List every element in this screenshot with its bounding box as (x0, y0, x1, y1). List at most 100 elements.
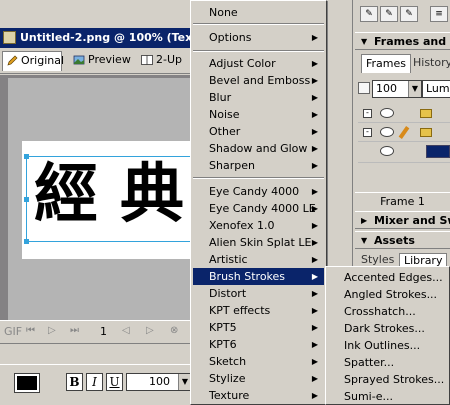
submenu-item-dark-strokes[interactable]: Dark Strokes... (328, 320, 447, 337)
assets-header-label: Assets (374, 234, 415, 247)
resize-handle-top-left[interactable] (24, 154, 29, 159)
tab-original-label: Original (21, 54, 65, 67)
menu-item-adjust-color[interactable]: Adjust Color ▶ (193, 55, 324, 72)
panel-options-icon[interactable]: ≡ (430, 6, 448, 22)
selection-box[interactable] (24, 154, 192, 244)
layer-row-layer[interactable]: - (358, 124, 450, 142)
pencil-icon (398, 126, 410, 139)
submenu-arrow-icon: ▶ (311, 357, 318, 366)
expand-triangle-icon: ▶ (361, 216, 368, 225)
opacity-value: 100 (149, 375, 170, 388)
tab-2up[interactable]: 2-Up (138, 51, 190, 71)
menu-item-alien-skin-splat-le[interactable]: Alien Skin Splat LE ▶ (193, 234, 324, 251)
frames-history-tabs: Frames History (355, 53, 450, 73)
menu-item-options[interactable]: Options ▶ (193, 29, 324, 46)
prev-frame-icon[interactable]: ◁ (122, 325, 130, 336)
opacity-field[interactable]: 100 ▼ (126, 373, 192, 391)
tab-history[interactable]: History (409, 54, 450, 73)
expand-icon[interactable]: - (363, 109, 372, 118)
tab-original[interactable]: Original (2, 51, 65, 71)
eye-icon[interactable] (380, 146, 394, 156)
menu-item-label: Noise (209, 108, 240, 121)
tab-preview[interactable]: Preview (70, 51, 132, 71)
collapse-triangle-icon: ▼ (361, 236, 368, 245)
mixer-header[interactable]: ▶ Mixer and Swa (355, 211, 450, 229)
tool-icon-1[interactable]: ✎ (360, 6, 378, 22)
chevron-down-icon[interactable]: ▼ (408, 81, 421, 97)
submenu-arrow-icon: ▶ (311, 238, 318, 247)
submenu-arrow-icon: ▶ (311, 221, 318, 230)
menu-item-xenofex-1-0[interactable]: Xenofex 1.0 ▶ (193, 217, 324, 234)
menu-item-noise[interactable]: Noise ▶ (193, 106, 324, 123)
submenu-item-spatter[interactable]: Spatter... (328, 354, 447, 371)
last-frame-icon[interactable]: ⏭ (70, 325, 79, 336)
menu-item-kpt-effects[interactable]: KPT effects ▶ (193, 302, 324, 319)
menu-item-kpt5[interactable]: KPT5 ▶ (193, 319, 324, 336)
frame-label: Frame 1 (355, 192, 450, 210)
menu-item-sketch[interactable]: Sketch ▶ (193, 353, 324, 370)
eye-icon[interactable] (380, 108, 394, 118)
menu-item-stylize[interactable]: Stylize ▶ (193, 370, 324, 387)
stop-icon[interactable]: ⊗ (170, 325, 178, 336)
submenu-arrow-icon: ▶ (311, 289, 318, 298)
menu-item-other[interactable]: Other ▶ (193, 123, 324, 140)
next-frame-icon[interactable]: ▷ (146, 325, 154, 336)
menu-item-shadow-and-glow[interactable]: Shadow and Glow ▶ (193, 140, 324, 157)
menu-item-eye-candy-4000[interactable]: Eye Candy 4000 ▶ (193, 183, 324, 200)
play-icon[interactable]: ▷ (48, 325, 56, 336)
assets-header[interactable]: ▼ Assets (355, 231, 450, 249)
submenu-arrow-icon: ▶ (311, 93, 318, 102)
tool-icon-3[interactable]: ✎ (400, 6, 418, 22)
submenu-item-sprayed-strokes[interactable]: Sprayed Strokes... (328, 371, 447, 388)
submenu-arrow-icon: ▶ (311, 340, 318, 349)
submenu-arrow-icon: ▶ (311, 76, 318, 85)
menu-item-label: Eye Candy 4000 (209, 185, 300, 198)
layer-row-web[interactable]: - (358, 105, 450, 123)
menu-item-bevel-and-emboss[interactable]: Bevel and Emboss ▶ (193, 72, 324, 89)
folder-icon (420, 128, 432, 137)
tool-icon-2[interactable]: ✎ (380, 6, 398, 22)
frames-history-header[interactable]: ▼ Frames and Hi (355, 32, 450, 50)
tab-frames[interactable]: Frames (361, 54, 412, 73)
underline-button[interactable]: U (106, 373, 123, 391)
resize-handle-left[interactable] (24, 197, 29, 202)
submenu-item-angled-strokes[interactable]: Angled Strokes... (328, 286, 447, 303)
fill-color-swatch[interactable] (14, 373, 40, 393)
menu-item-label: Texture (209, 389, 250, 402)
menu-item-sharpen[interactable]: Sharpen ▶ (193, 157, 324, 174)
resize-handle-bottom-left[interactable] (24, 239, 29, 244)
submenu-arrow-icon: ▶ (311, 187, 318, 196)
italic-button[interactable]: I (86, 373, 103, 391)
menu-item-none[interactable]: None (193, 4, 324, 21)
document-title-bar[interactable]: Untitled-2.png @ 100% (Text) (0, 28, 192, 48)
menu-item-blur[interactable]: Blur ▶ (193, 89, 324, 106)
eye-icon[interactable] (380, 127, 394, 137)
submenu-item-ink-outlines[interactable]: Ink Outlines... (328, 337, 447, 354)
preview-icon (73, 55, 85, 65)
submenu-item-accented-edges[interactable]: Accented Edges... (328, 269, 447, 286)
blend-mode-select[interactable]: Lumin (422, 80, 450, 98)
expand-icon[interactable]: - (363, 128, 372, 137)
submenu-arrow-icon: ▶ (311, 272, 318, 281)
submenu-item-sumi-e[interactable]: Sumi-e... (328, 388, 447, 405)
menu-item-distort[interactable]: Distort ▶ (193, 285, 324, 302)
brush-strokes-submenu: Accented Edges... Angled Strokes... Crossh… (325, 266, 450, 405)
two-up-icon (141, 55, 153, 65)
menu-item-eye-candy-4000-le[interactable]: Eye Candy 4000 LE ▶ (193, 200, 324, 217)
menu-item-artistic[interactable]: Artistic ▶ (193, 251, 324, 268)
menu-item-label: KPT6 (209, 338, 237, 351)
menu-item-brush-strokes[interactable]: Brush Strokes ▶ (193, 268, 324, 285)
pencil-icon (7, 55, 18, 66)
menu-item-kpt6[interactable]: KPT6 ▶ (193, 336, 324, 353)
menu-item-label: KPT effects (209, 304, 271, 317)
submenu-arrow-icon: ▶ (311, 255, 318, 264)
submenu-arrow-icon: ▶ (311, 204, 318, 213)
bold-button[interactable]: B (66, 373, 83, 391)
layer-opacity-input[interactable]: 100 ▼ (372, 80, 422, 98)
layer-row-text[interactable] (358, 143, 450, 163)
menu-item-label: Adjust Color (209, 57, 276, 70)
submenu-item-crosshatch[interactable]: Crosshatch... (328, 303, 447, 320)
menu-item-texture[interactable]: Texture ▶ (193, 387, 324, 404)
first-frame-icon[interactable]: ⏮ (26, 325, 35, 336)
menu-separator (193, 50, 324, 52)
